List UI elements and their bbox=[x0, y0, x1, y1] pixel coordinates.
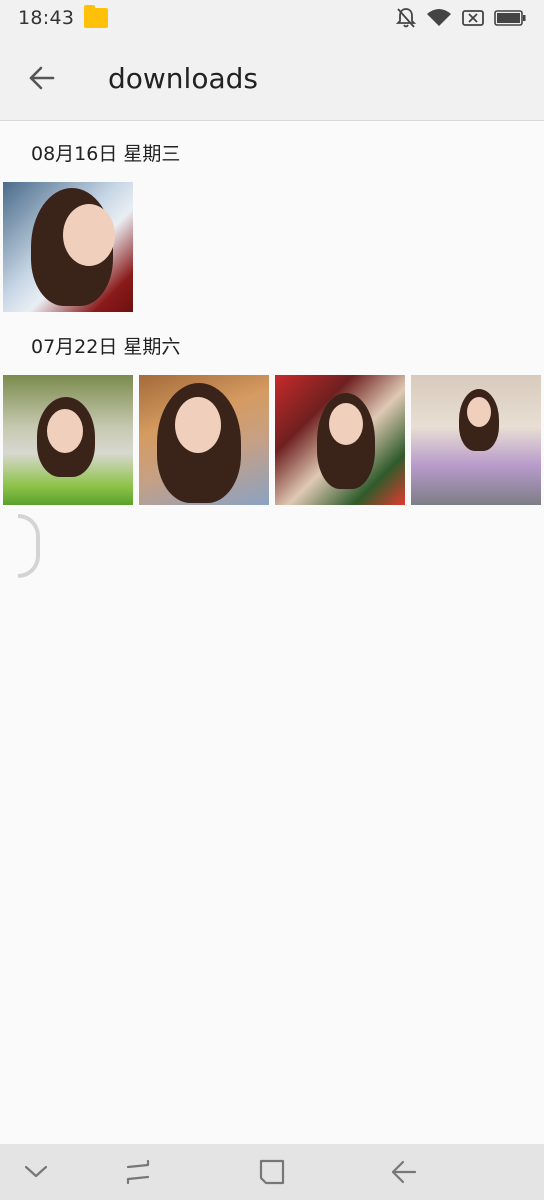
recents-button[interactable] bbox=[108, 1144, 168, 1200]
photo-subject-face bbox=[329, 403, 363, 445]
system-back-button[interactable] bbox=[374, 1144, 434, 1200]
page-title: downloads bbox=[108, 61, 258, 95]
scroll-handle[interactable] bbox=[18, 514, 40, 578]
chevron-down-icon bbox=[24, 1165, 48, 1178]
collapse-nav-button[interactable] bbox=[6, 1144, 66, 1200]
arrow-left-icon bbox=[29, 66, 55, 90]
photo-row bbox=[0, 375, 544, 505]
recents-icon bbox=[126, 1159, 150, 1185]
photo-subject-face bbox=[63, 204, 115, 266]
photo-thumbnail[interactable] bbox=[139, 375, 269, 505]
bell-off-icon bbox=[396, 7, 416, 29]
status-bar: 18:43 bbox=[0, 0, 544, 36]
screen: 18:43 downloads 08月16日 星期三 07月22日 星期六 bbox=[0, 0, 544, 1200]
folder-icon bbox=[84, 5, 109, 28]
photo-list: 08月16日 星期三 07月22日 星期六 bbox=[0, 122, 544, 505]
photo-subject-face bbox=[467, 397, 491, 427]
photo-thumbnail[interactable] bbox=[3, 375, 133, 505]
status-icons bbox=[396, 7, 526, 29]
app-bar: downloads bbox=[0, 36, 544, 121]
section-date-header: 08月16日 星期三 bbox=[31, 142, 181, 165]
photo-subject-face bbox=[47, 409, 83, 453]
home-button[interactable] bbox=[242, 1144, 302, 1200]
photo-thumbnail[interactable] bbox=[275, 375, 405, 505]
home-icon bbox=[259, 1159, 285, 1185]
no-sim-icon bbox=[462, 9, 484, 27]
section-date-header: 07月22日 星期六 bbox=[31, 335, 181, 358]
back-button[interactable] bbox=[12, 48, 72, 108]
photo-thumbnail[interactable] bbox=[3, 182, 133, 312]
battery-icon bbox=[494, 10, 526, 26]
wifi-icon bbox=[426, 8, 452, 28]
status-time: 18:43 bbox=[18, 7, 75, 29]
navigation-bar bbox=[0, 1144, 544, 1200]
photo-subject-face bbox=[175, 397, 221, 453]
photo-thumbnail[interactable] bbox=[411, 375, 541, 505]
photo-row bbox=[0, 182, 544, 312]
back-icon bbox=[391, 1160, 417, 1184]
